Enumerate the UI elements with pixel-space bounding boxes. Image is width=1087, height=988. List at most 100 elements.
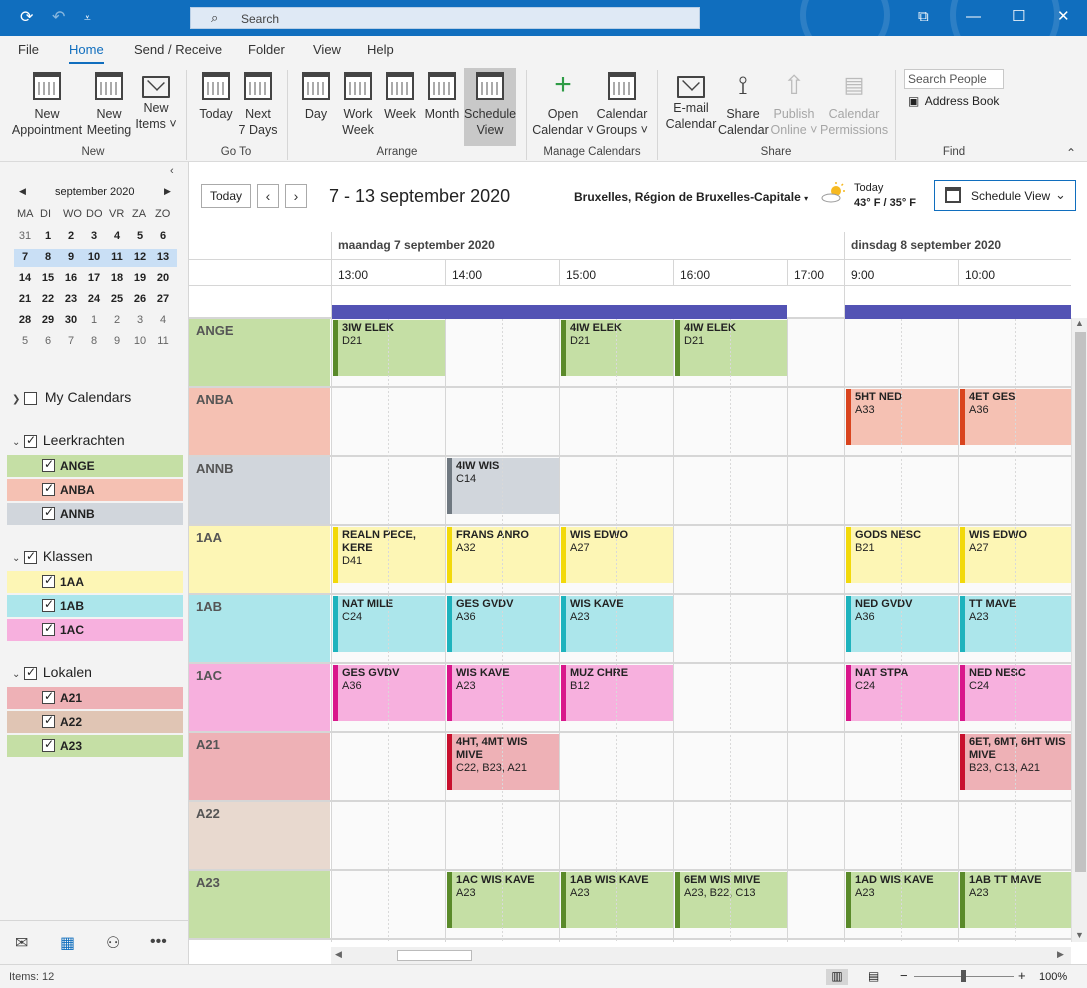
- normal-view-icon[interactable]: ▥: [826, 969, 848, 985]
- mini-calendar-day[interactable]: 4: [106, 230, 128, 242]
- appointment[interactable]: 1AC WIS KAVE A23: [447, 872, 559, 928]
- tab-view[interactable]: View: [313, 42, 341, 57]
- mini-calendar-day[interactable]: 29: [37, 314, 59, 326]
- nav-group-lokalen[interactable]: ⌄ Lokalen: [12, 664, 92, 680]
- tab-folder[interactable]: Folder: [248, 42, 285, 57]
- checkbox[interactable]: [42, 457, 55, 472]
- appointment[interactable]: 3IW ELEK D21: [333, 320, 445, 376]
- appointment[interactable]: GES GVDV A36: [333, 665, 445, 721]
- checkbox[interactable]: [42, 481, 55, 496]
- appointment[interactable]: FRANS ANRO A32: [447, 527, 559, 583]
- tab-send-receive[interactable]: Send / Receive: [134, 42, 222, 57]
- appointment[interactable]: 1AB WIS KAVE A23: [561, 872, 673, 928]
- resource-label[interactable]: A23: [189, 871, 330, 938]
- mini-calendar-day[interactable]: 21: [14, 293, 36, 305]
- mini-calendar-day[interactable]: 9: [106, 335, 128, 347]
- mini-calendar-day[interactable]: 20: [152, 272, 174, 284]
- prev-week-button[interactable]: ‹: [257, 184, 279, 208]
- mini-calendar-day[interactable]: 9: [60, 251, 82, 263]
- scroll-left-icon[interactable]: ◀: [335, 949, 342, 960]
- search-box[interactable]: ⌕ Search: [190, 7, 700, 29]
- mini-calendar-day[interactable]: 23: [60, 293, 82, 305]
- new-meeting-button[interactable]: New Meeting: [86, 68, 132, 146]
- vertical-scrollbar[interactable]: ▲ ▼: [1071, 318, 1087, 942]
- appointment[interactable]: 4IW WIS C14: [447, 458, 559, 514]
- reading-view-icon[interactable]: ▤: [868, 969, 879, 983]
- appointment[interactable]: WIS KAVE A23: [561, 596, 673, 652]
- appointment[interactable]: WIS EDWO A27: [561, 527, 673, 583]
- nav-calendar-a23[interactable]: A23: [7, 735, 183, 757]
- zoom-slider-thumb[interactable]: [961, 970, 966, 982]
- mini-calendar-day[interactable]: 5: [14, 335, 36, 347]
- mini-calendar-day[interactable]: 3: [83, 230, 105, 242]
- mini-calendar-day[interactable]: 30: [60, 314, 82, 326]
- appointment[interactable]: 4IW ELEK D21: [561, 320, 673, 376]
- zoom-in-icon[interactable]: +: [1018, 968, 1026, 983]
- nav-calendar-1aa[interactable]: 1AA: [7, 571, 183, 593]
- mini-calendar-day[interactable]: 26: [129, 293, 151, 305]
- mini-calendar-day[interactable]: 4: [152, 314, 174, 326]
- email-calendar-button[interactable]: E-mail Calendar: [664, 68, 718, 146]
- appointment[interactable]: MUZ CHRE B12: [561, 665, 673, 721]
- mini-calendar-day[interactable]: 15: [37, 272, 59, 284]
- vertical-scroll-thumb[interactable]: [1075, 332, 1086, 872]
- prev-month-icon[interactable]: ◀: [19, 186, 26, 197]
- publish-online-button[interactable]: ⇧ Publish Online ˅: [768, 68, 820, 146]
- resource-label[interactable]: ANNB: [189, 457, 330, 524]
- horizontal-scroll-thumb[interactable]: [397, 950, 472, 961]
- nav-group-my-calendars[interactable]: ❯ My Calendars: [12, 389, 131, 405]
- checkbox[interactable]: [42, 505, 55, 520]
- horizontal-scrollbar[interactable]: ◀ ▶: [331, 947, 1071, 964]
- appointment[interactable]: NAT MILE C24: [333, 596, 445, 652]
- mini-calendar-day[interactable]: 2: [106, 314, 128, 326]
- calendar-permissions-button[interactable]: ▤ Calendar Permissions: [820, 68, 888, 146]
- address-book-button[interactable]: ▣ Address Book: [908, 94, 999, 108]
- mini-calendar-day[interactable]: 7: [14, 251, 36, 263]
- checkbox[interactable]: [42, 689, 55, 704]
- view-selector-button[interactable]: Schedule View ⌄: [934, 180, 1076, 211]
- appointment[interactable]: NED GVDV A36: [846, 596, 958, 652]
- location-selector[interactable]: Bruxelles, Région de Bruxelles-Capitale …: [574, 190, 808, 204]
- mini-calendar-day[interactable]: 25: [106, 293, 128, 305]
- checkbox[interactable]: [42, 597, 55, 612]
- restore-icon[interactable]: ⧉: [918, 8, 929, 26]
- scroll-right-icon[interactable]: ▶: [1057, 949, 1064, 960]
- nav-group-klassen[interactable]: ⌄ Klassen: [12, 548, 93, 564]
- more-icon[interactable]: •••: [150, 933, 167, 951]
- day-view-button[interactable]: Day: [298, 68, 334, 146]
- minimize-icon[interactable]: —: [966, 8, 981, 26]
- maximize-icon[interactable]: ☐: [1012, 8, 1025, 26]
- today-button[interactable]: Today: [194, 68, 238, 146]
- mini-calendar-day[interactable]: 1: [37, 230, 59, 242]
- appointment[interactable]: 6EM WIS MIVE A23, B22, C13: [675, 872, 787, 928]
- tab-help[interactable]: Help: [367, 42, 394, 57]
- collapse-pane-icon[interactable]: ‹: [170, 165, 174, 177]
- nav-calendar-1ab[interactable]: 1AB: [7, 595, 183, 617]
- checkbox[interactable]: [42, 713, 55, 728]
- nav-calendar-a22[interactable]: A22: [7, 711, 183, 733]
- next-7-days-button[interactable]: Next 7 Days: [238, 68, 278, 146]
- appointment[interactable]: 5HT NED A33: [846, 389, 958, 445]
- mini-calendar-day[interactable]: 10: [129, 335, 151, 347]
- checkbox[interactable]: [42, 737, 55, 752]
- nav-group-leerkrachten[interactable]: ⌄ Leerkrachten: [12, 432, 125, 448]
- checkbox[interactable]: [42, 621, 55, 636]
- scroll-up-icon[interactable]: ▲: [1075, 318, 1084, 328]
- resource-label[interactable]: A22: [189, 802, 330, 869]
- calendar-groups-button[interactable]: Calendar Groups ˅: [594, 68, 650, 146]
- nav-calendar-annb[interactable]: ANNB: [7, 503, 183, 525]
- checkbox[interactable]: [24, 549, 37, 564]
- mini-calendar-day[interactable]: 11: [152, 335, 174, 347]
- mini-calendar-day[interactable]: 6: [152, 230, 174, 242]
- mini-calendar-day[interactable]: 18: [106, 272, 128, 284]
- mini-calendar-day[interactable]: 19: [129, 272, 151, 284]
- mini-calendar-day[interactable]: 2: [60, 230, 82, 242]
- next-month-icon[interactable]: ▶: [164, 186, 171, 197]
- appointment[interactable]: GES GVDV A36: [447, 596, 559, 652]
- work-week-button[interactable]: Work Week: [338, 68, 378, 146]
- month-view-button[interactable]: Month: [422, 68, 462, 146]
- customize-icon[interactable]: ⩡: [84, 8, 91, 28]
- mini-calendar-day[interactable]: 13: [152, 251, 174, 263]
- mini-calendar-day[interactable]: 10: [83, 251, 105, 263]
- mini-calendar-day[interactable]: 14: [14, 272, 36, 284]
